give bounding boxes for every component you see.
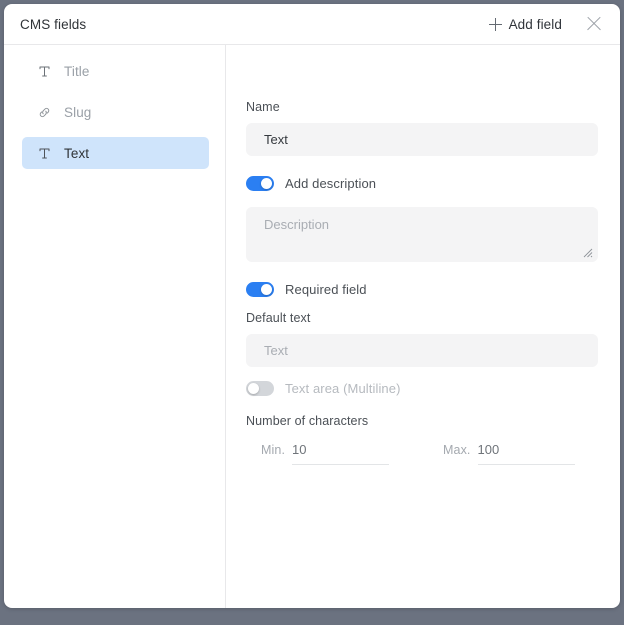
link-icon	[37, 105, 51, 119]
add-field-button[interactable]: Add field	[485, 13, 566, 36]
add-description-toggle-row: Add description	[246, 176, 598, 191]
add-description-label: Add description	[285, 176, 377, 191]
required-field-toggle-row: Required field	[246, 282, 598, 297]
description-textarea[interactable]: Description	[246, 207, 598, 262]
max-characters-input[interactable]: 100	[477, 442, 575, 465]
max-characters-group: Max. 100	[443, 442, 575, 465]
sidebar-item-title[interactable]: Title	[22, 55, 209, 87]
panel-header: CMS fields Add field	[4, 4, 620, 45]
page-title: CMS fields	[20, 16, 87, 32]
name-input-value: Text	[264, 132, 288, 147]
min-characters-group: Min. 10	[261, 442, 390, 465]
description-placeholder: Description	[264, 217, 330, 232]
sidebar-item-slug[interactable]: Slug	[22, 96, 209, 128]
min-characters-input[interactable]: 10	[292, 442, 390, 465]
default-text-placeholder: Text	[264, 343, 288, 358]
toggle-knob	[260, 283, 273, 296]
text-area-multiline-label: Text area (Multiline)	[285, 381, 401, 396]
close-icon[interactable]	[584, 14, 604, 34]
required-field-label: Required field	[285, 282, 367, 297]
add-description-toggle[interactable]	[246, 176, 274, 191]
toggle-knob	[247, 382, 260, 395]
max-caption: Max.	[443, 443, 471, 457]
default-text-input[interactable]: Text	[246, 334, 598, 367]
add-field-label: Add field	[508, 16, 562, 32]
field-settings-form: Name Text Add description Description Re…	[226, 45, 620, 608]
text-field-icon	[37, 146, 51, 160]
min-caption: Min.	[261, 443, 286, 457]
text-area-multiline-toggle[interactable]	[246, 381, 274, 396]
fields-sidebar: Title Slug Text	[4, 45, 226, 608]
name-input[interactable]: Text	[246, 123, 598, 156]
toggle-knob	[260, 177, 273, 190]
number-of-characters-row: Min. 10 Max. 100	[246, 442, 598, 465]
text-field-icon	[37, 64, 51, 78]
sidebar-item-label: Text	[64, 145, 90, 161]
default-text-label: Default text	[246, 311, 311, 325]
panel-body: Title Slug Text Name Text Add descriptio…	[4, 45, 620, 608]
required-field-toggle[interactable]	[246, 282, 274, 297]
plus-icon	[488, 17, 502, 31]
resize-handle-icon[interactable]	[582, 247, 593, 258]
cms-fields-panel: CMS fields Add field Title Slug Text Nam…	[4, 4, 620, 608]
sidebar-item-label: Title	[64, 63, 90, 79]
sidebar-item-label: Slug	[64, 104, 92, 120]
text-area-multiline-toggle-row: Text area (Multiline)	[246, 381, 598, 396]
name-label: Name	[246, 100, 280, 114]
sidebar-item-text[interactable]: Text	[22, 137, 209, 169]
number-of-characters-label: Number of characters	[246, 414, 369, 428]
